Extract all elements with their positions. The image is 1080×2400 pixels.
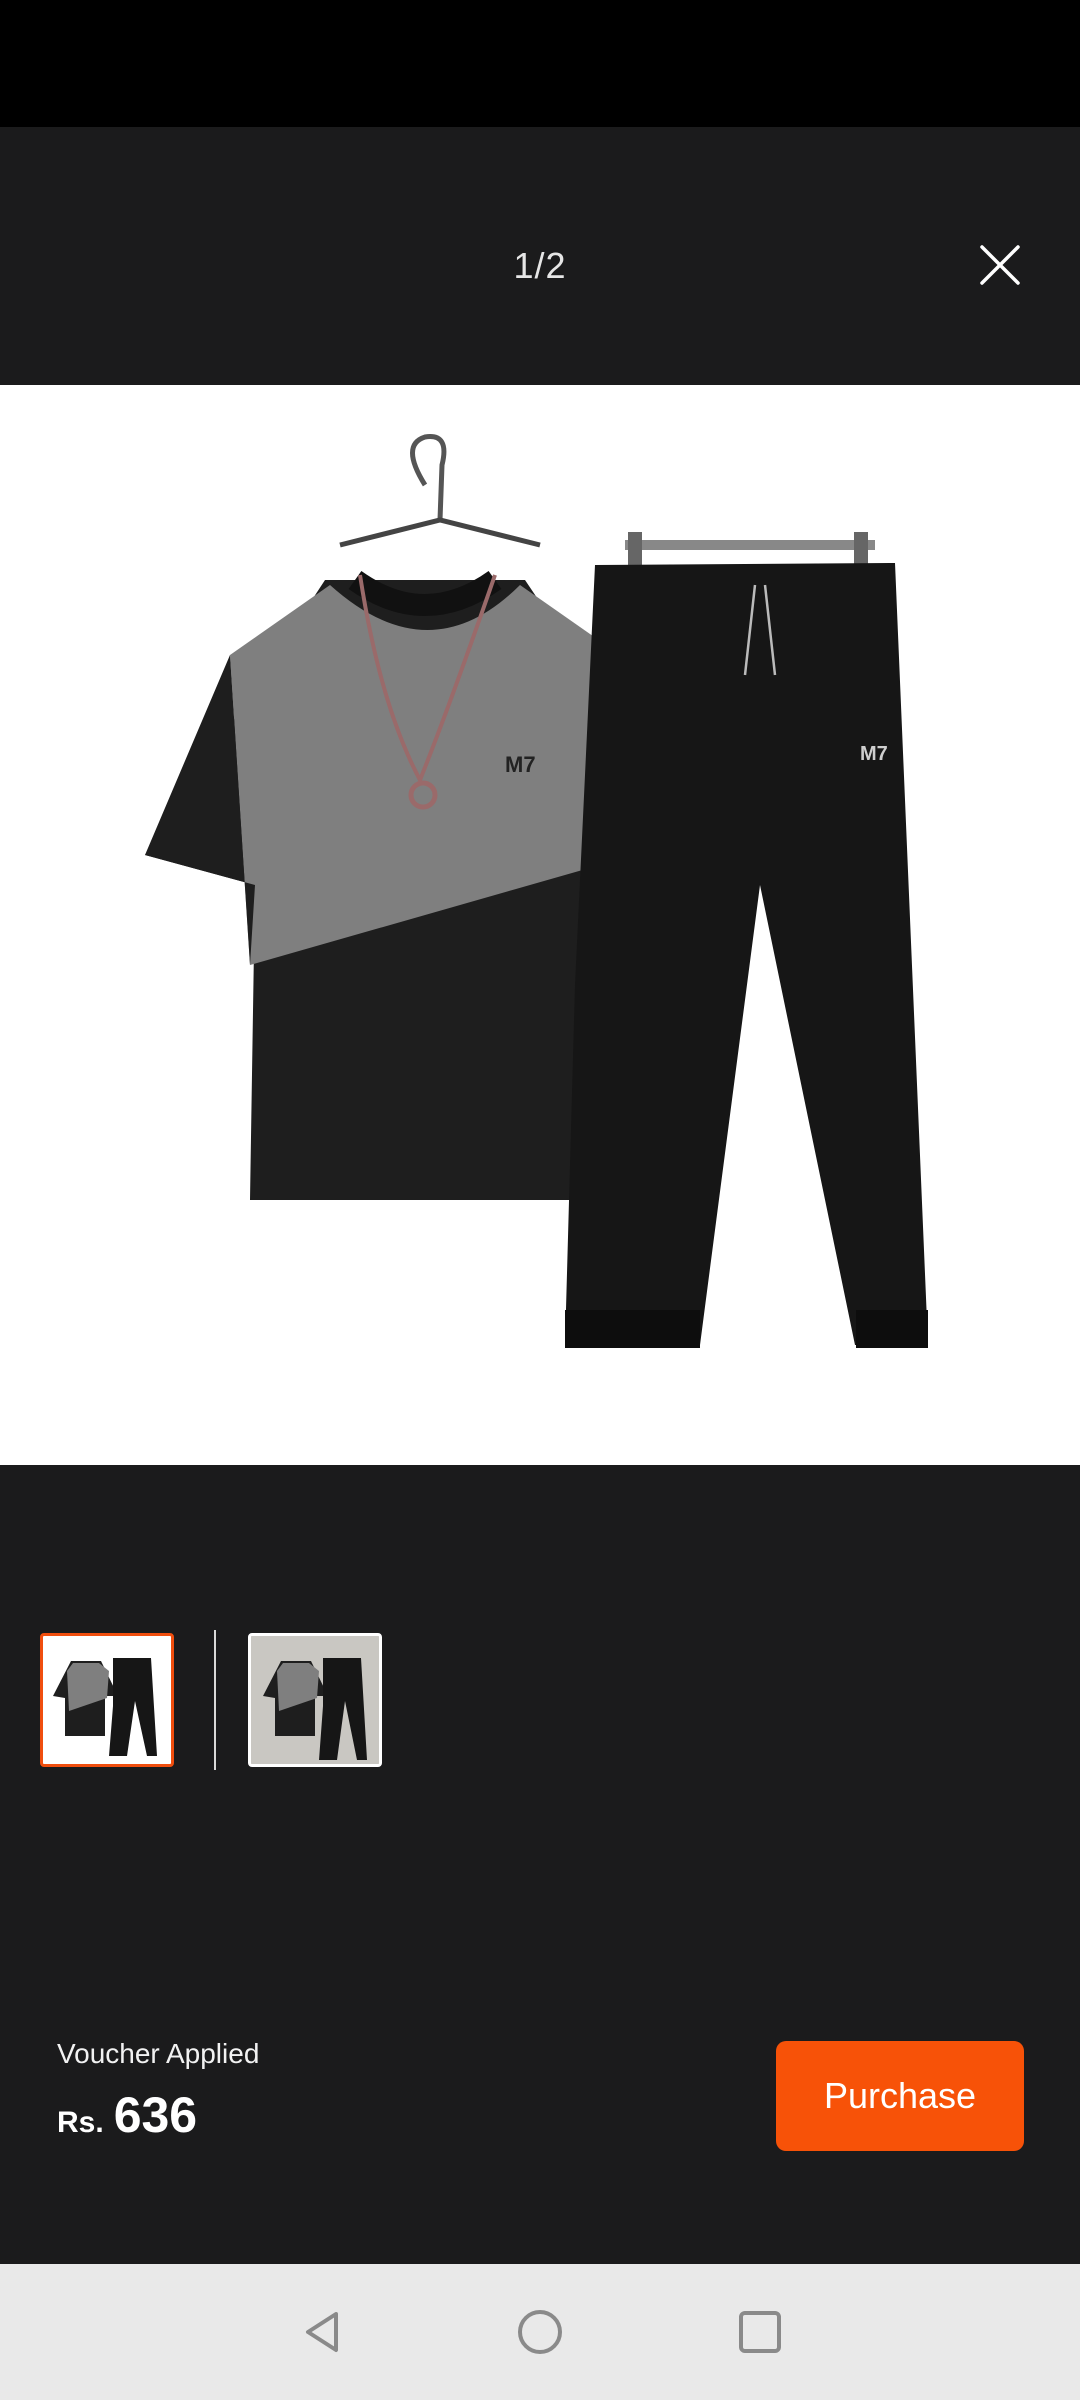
back-icon xyxy=(306,2312,338,2352)
close-icon xyxy=(980,245,1020,285)
recents-icon xyxy=(739,2311,781,2353)
navigation-bar xyxy=(0,2264,1080,2400)
shirt-logo: M7 xyxy=(505,752,536,777)
page-counter: 1/2 xyxy=(513,245,567,286)
status-bar xyxy=(0,0,1080,127)
product-image-viewer[interactable]: M7 M7 xyxy=(0,385,1080,1465)
thumbnail-2[interactable] xyxy=(248,1633,382,1767)
product-image: M7 M7 xyxy=(145,434,928,1348)
price-amount: 636 xyxy=(113,2087,198,2143)
close-button[interactable] xyxy=(970,235,1030,295)
thumbnail-strip xyxy=(0,1630,1080,1775)
recents-button[interactable] xyxy=(730,2302,790,2362)
purchase-button[interactable]: Purchase xyxy=(776,2041,1024,2151)
thumbnail-divider xyxy=(214,1630,216,1770)
home-icon xyxy=(518,2310,562,2354)
thumbnail-image xyxy=(53,1658,157,1756)
pants-logo: M7 xyxy=(860,743,888,765)
price-currency: Rs. xyxy=(57,2106,104,2139)
thumbnail-image xyxy=(251,1636,379,1764)
thumbnail-1[interactable] xyxy=(40,1633,174,1767)
home-button[interactable] xyxy=(510,2302,570,2362)
price: Rs. 636 xyxy=(57,2086,197,2144)
voucher-label: Voucher Applied xyxy=(57,2038,260,2069)
back-button[interactable] xyxy=(292,2302,352,2362)
